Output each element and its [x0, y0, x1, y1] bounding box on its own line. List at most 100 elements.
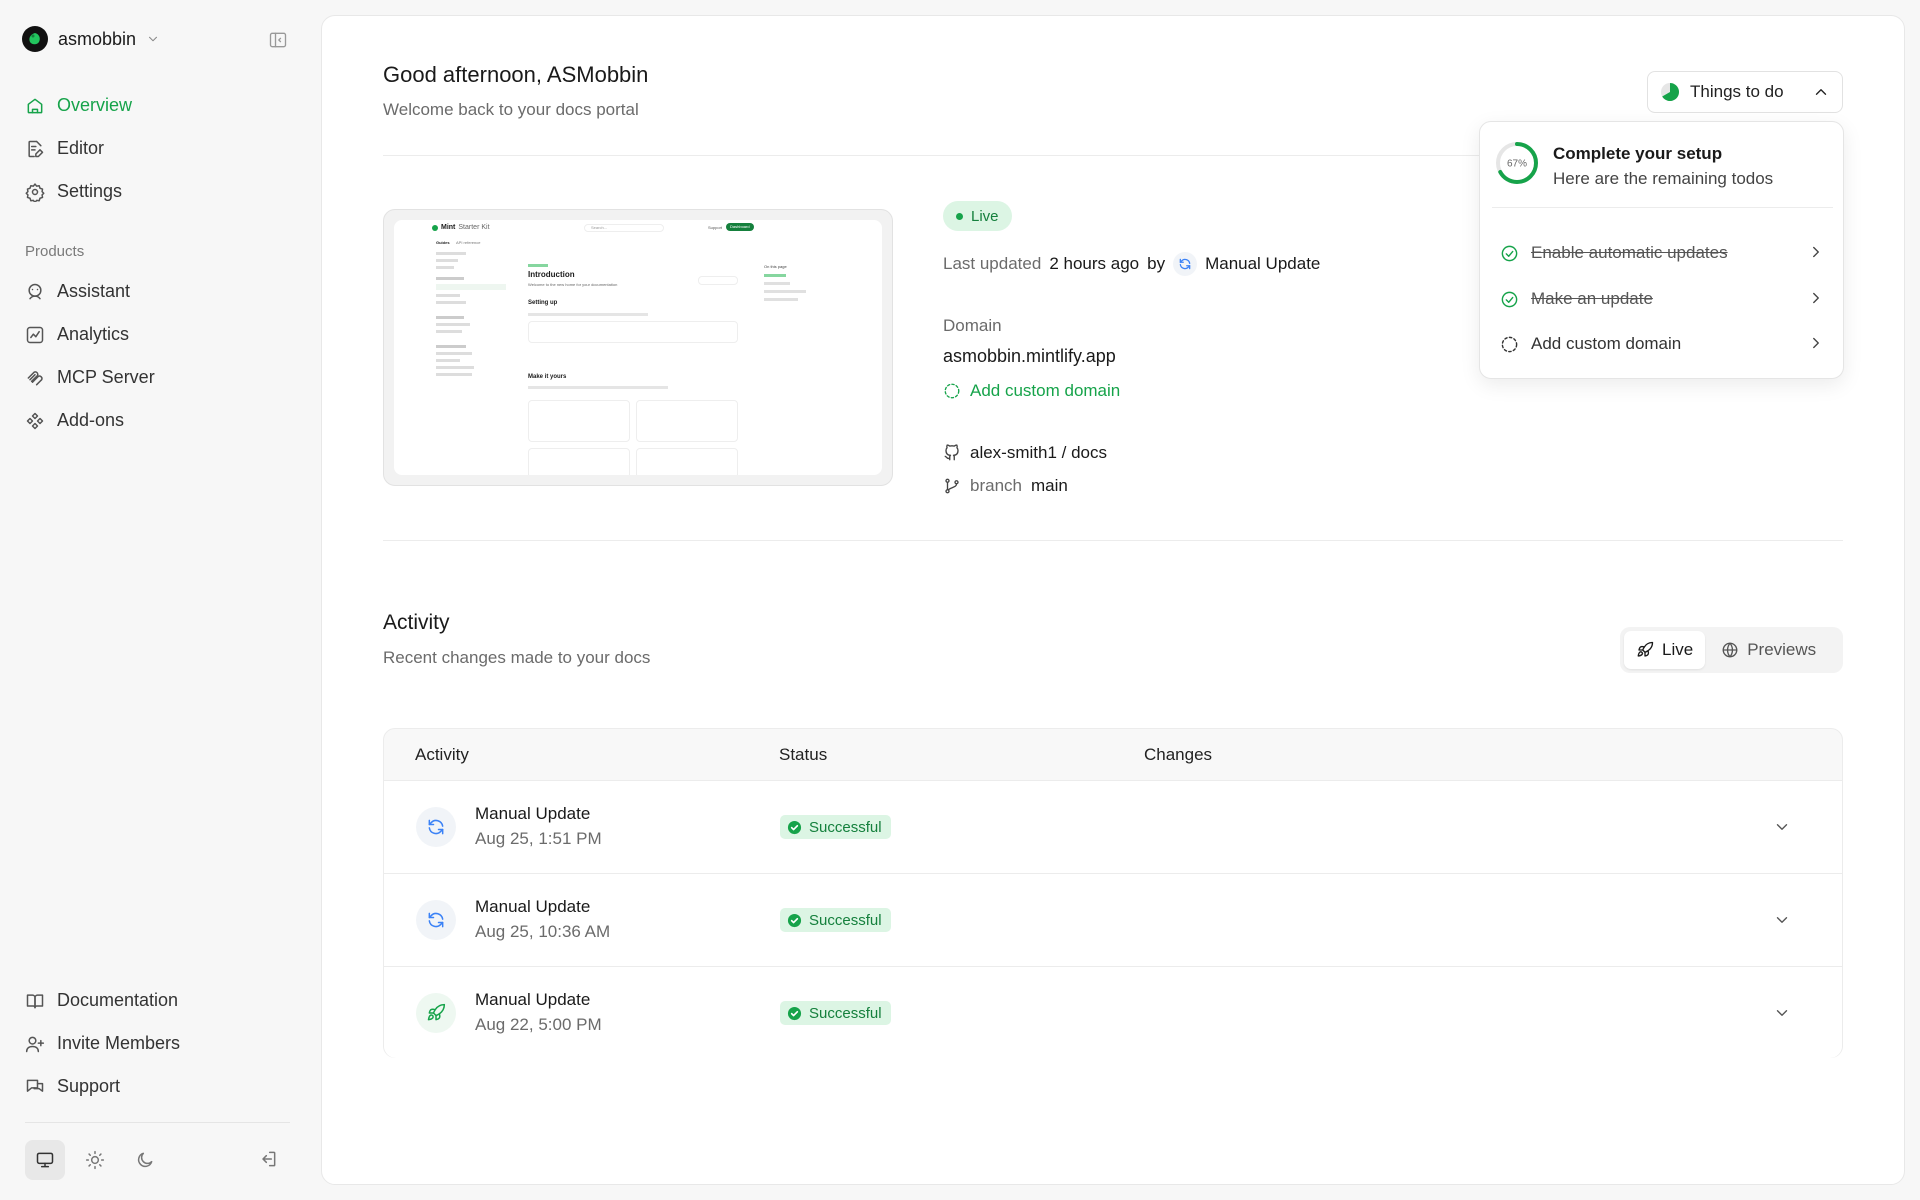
- add-custom-domain-label: Add custom domain: [970, 381, 1121, 400]
- todo-enable-automatic-updates[interactable]: Enable automatic updates: [1500, 239, 1825, 267]
- org-switcher[interactable]: asmobbin: [22, 26, 160, 52]
- domain-label: Domain: [943, 316, 1002, 335]
- logout-icon[interactable]: [258, 1149, 278, 1169]
- chevron-down-icon[interactable]: [1773, 1004, 1791, 1022]
- site-preview-thumbnail[interactable]: Mint Starter Kit Search... Support Dashb…: [383, 209, 893, 486]
- addons-icon: [26, 412, 44, 429]
- preview-card: [636, 400, 738, 442]
- support-icon: [26, 1079, 44, 1092]
- sidebar-divider: [25, 1122, 290, 1123]
- org-logo: [22, 26, 48, 52]
- branch-name: main: [1030, 476, 1068, 495]
- nav-assistant[interactable]: Assistant: [25, 281, 130, 302]
- theme-system-button[interactable]: [25, 1140, 65, 1180]
- chevron-down-icon[interactable]: [1773, 818, 1791, 836]
- todo-make-an-update[interactable]: Make an update: [1500, 285, 1825, 313]
- theme-light-button[interactable]: [75, 1140, 115, 1180]
- live-dot: [956, 212, 963, 220]
- add-custom-domain-link[interactable]: Add custom domain: [943, 381, 1120, 401]
- live-status-label: Live: [971, 207, 999, 225]
- check-circle-icon: [787, 1006, 802, 1020]
- nav-add-ons[interactable]: Add-ons: [25, 410, 124, 431]
- nav-documentation[interactable]: Documentation: [25, 990, 178, 1011]
- check-circle-icon: [1501, 245, 1518, 261]
- preview-dashboard: Dashboard: [726, 223, 754, 231]
- status-badge: Successful: [780, 1001, 891, 1025]
- tab-previews[interactable]: Previews: [1709, 631, 1828, 669]
- setup-progress-ring: 67%: [1494, 140, 1540, 186]
- chevron-right-icon: [1813, 246, 1819, 258]
- chevron-up-icon: [1815, 89, 1827, 95]
- preview-toc-line: [764, 298, 798, 301]
- preview-page: Mint Starter Kit Search... Support Dashb…: [394, 220, 882, 475]
- table-row[interactable]: Manual Update Aug 25, 10:36 AM Successfu…: [384, 873, 1842, 966]
- nav-analytics[interactable]: Analytics: [25, 324, 129, 345]
- nav-settings[interactable]: Settings: [25, 181, 122, 202]
- nav-mcp-server[interactable]: MCP Server: [25, 367, 155, 388]
- nav-overview[interactable]: Overview: [25, 95, 132, 116]
- refresh-icon: [416, 900, 456, 940]
- domain-link[interactable]: asmobbin.mintlify.app: [943, 346, 1116, 367]
- nav-support[interactable]: Support: [25, 1076, 120, 1097]
- nav-label: Assistant: [57, 281, 131, 301]
- preview-sidebar: [436, 248, 506, 448]
- gear-icon: [25, 182, 45, 202]
- page-title: Good afternoon, ASMobbin: [383, 62, 649, 87]
- home-icon: [27, 98, 43, 113]
- preview-support: Support: [708, 225, 723, 230]
- column-header-activity: Activity: [415, 745, 469, 764]
- nav-invite-members[interactable]: Invite Members: [25, 1033, 180, 1054]
- column-header-status: Status: [779, 745, 828, 764]
- chevron-right-icon: [1813, 337, 1819, 349]
- chevron-right-icon: [1813, 292, 1819, 304]
- preview-card: [528, 448, 630, 475]
- tab-previews-label: Previews: [1747, 640, 1817, 659]
- table-row[interactable]: Manual Update Aug 22, 5:00 PM Successful: [384, 966, 1842, 1058]
- nav-label: Editor: [57, 138, 105, 158]
- chevron-down-icon[interactable]: [1773, 911, 1791, 929]
- repo-name: alex-smith1 / docs: [970, 443, 1107, 462]
- dashed-circle-icon: [944, 383, 960, 399]
- nav-label: Settings: [57, 181, 123, 201]
- todo-label: Make an update: [1531, 289, 1653, 308]
- updated-by: Manual Update: [1205, 254, 1321, 273]
- preview-search: Search...: [584, 224, 664, 232]
- status-badge: Successful: [780, 908, 891, 932]
- nav-label: Support: [57, 1076, 121, 1096]
- nav-label: MCP Server: [57, 367, 155, 387]
- preview-kit: Starter Kit: [458, 224, 490, 231]
- github-repo-link[interactable]: alex-smith1 / docs: [943, 443, 1107, 463]
- nav-label: Documentation: [57, 990, 179, 1010]
- last-updated: Last updated 2 hours ago by Manual Updat…: [943, 252, 1320, 276]
- tab-live[interactable]: Live: [1624, 631, 1706, 669]
- nav-editor[interactable]: Editor: [25, 138, 104, 159]
- activity-tabs: Live Previews: [1620, 627, 1843, 673]
- things-to-do-button[interactable]: Things to do: [1647, 71, 1843, 113]
- monitor-icon: [36, 1152, 54, 1168]
- rocket-icon: [416, 993, 456, 1033]
- preview-toc-title: On this page: [764, 264, 787, 269]
- products-section-label: Products: [25, 243, 85, 260]
- refresh-icon: [416, 807, 456, 847]
- activity-rows: Manual Update Aug 25, 1:51 PM Successful…: [384, 780, 1842, 1058]
- theme-dark-button[interactable]: [125, 1140, 165, 1180]
- collapse-sidebar-icon[interactable]: [268, 30, 288, 50]
- status-label: Successful: [809, 1004, 882, 1022]
- users-icon: [25, 1036, 45, 1052]
- chart-icon: [26, 326, 44, 343]
- row-activity-date: Aug 22, 5:00 PM: [475, 1015, 602, 1034]
- preview-text-line: [528, 313, 648, 316]
- todo-add-custom-domain[interactable]: Add custom domain: [1500, 330, 1825, 358]
- status-label: Successful: [809, 911, 882, 929]
- preview-card: [528, 400, 630, 442]
- table-row[interactable]: Manual Update Aug 25, 1:51 PM Successful: [384, 780, 1842, 873]
- by-label: by: [1147, 254, 1166, 273]
- branch-info: branch main: [943, 476, 1068, 496]
- preview-card: [636, 448, 738, 475]
- sidebar: asmobbin Overview Editor Settings Produc…: [0, 0, 320, 1200]
- preview-eyebrow: [528, 264, 548, 267]
- row-activity-date: Aug 25, 1:51 PM: [475, 829, 602, 848]
- preview-text-line: [528, 386, 668, 389]
- branch-label: branch: [970, 476, 1022, 495]
- row-activity-name: Manual Update: [475, 804, 591, 823]
